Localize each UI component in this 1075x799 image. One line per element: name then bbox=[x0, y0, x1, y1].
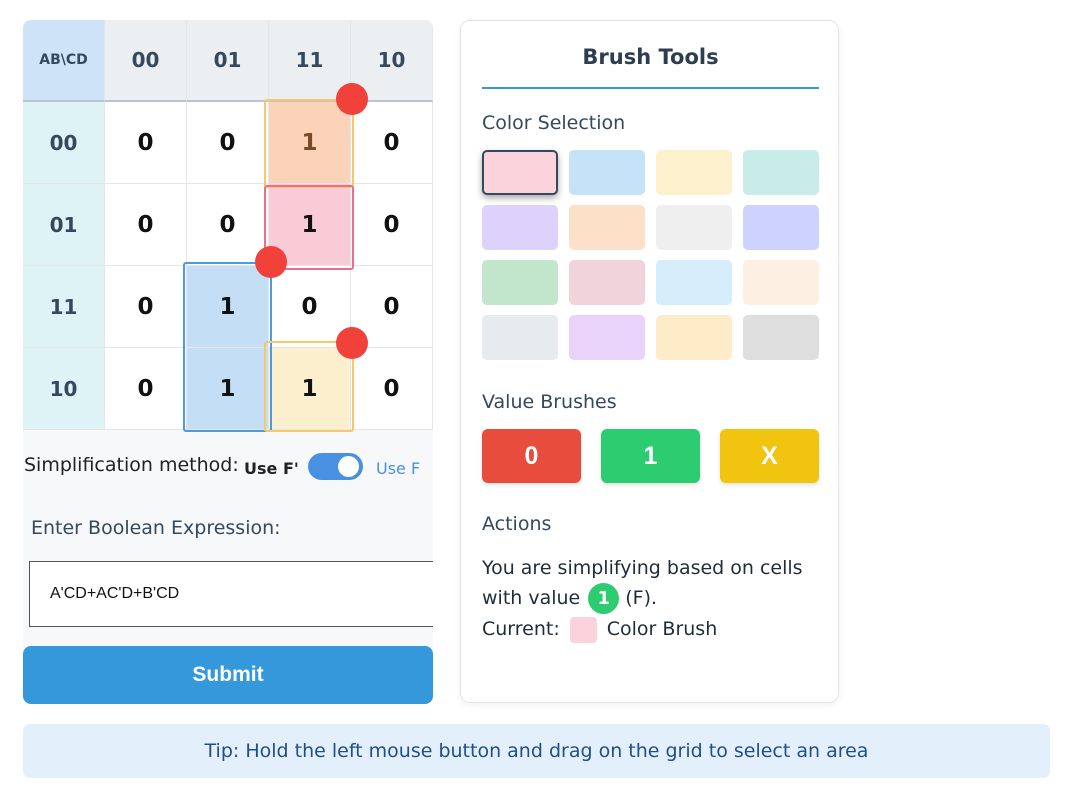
value-brush-1-button[interactable]: 1 bbox=[601, 429, 700, 483]
group-delete-handle[interactable] bbox=[255, 246, 287, 278]
color-swatch[interactable] bbox=[656, 150, 732, 195]
simplify-info-line: You are simplifying based on cells with … bbox=[482, 553, 822, 614]
current-color-swatch bbox=[569, 616, 597, 643]
color-swatch[interactable] bbox=[743, 260, 819, 305]
kmap-cell[interactable]: 0 bbox=[105, 102, 187, 184]
column-header-01: 01 bbox=[187, 20, 269, 102]
kmap-cell[interactable]: 0 bbox=[105, 184, 187, 266]
color-swatch[interactable] bbox=[569, 315, 645, 360]
submit-button[interactable]: Submit bbox=[23, 646, 433, 704]
kmap-cell[interactable]: 0 bbox=[187, 102, 269, 184]
kmap-cell[interactable]: 0 bbox=[351, 102, 433, 184]
value-brushes-label: Value Brushes bbox=[482, 391, 617, 413]
color-swatch[interactable] bbox=[482, 205, 558, 250]
use-f-prime-option[interactable]: Use F' bbox=[244, 459, 299, 478]
color-swatch[interactable] bbox=[482, 315, 558, 360]
kmap-cell[interactable]: 0 bbox=[105, 266, 187, 348]
simplification-method-row: Simplification method: Use F' Use F bbox=[23, 452, 433, 482]
row-header-10: 10 bbox=[23, 348, 105, 430]
row-header-11: 11 bbox=[23, 266, 105, 348]
toggle-knob bbox=[338, 456, 359, 477]
value-brush-group: 01X bbox=[482, 429, 819, 483]
column-header-00: 00 bbox=[105, 20, 187, 102]
current-brush-suffix: Color Brush bbox=[606, 618, 718, 640]
value-brush-0-button[interactable]: 0 bbox=[482, 429, 581, 483]
value-badge: 1 bbox=[588, 583, 620, 614]
color-swatch[interactable] bbox=[482, 260, 558, 305]
simplification-method-label: Simplification method: bbox=[24, 454, 239, 476]
color-selection-label: Color Selection bbox=[482, 112, 626, 134]
simplification-toggle[interactable] bbox=[308, 453, 363, 480]
color-swatch[interactable] bbox=[569, 205, 645, 250]
value-brush-x-button[interactable]: X bbox=[720, 429, 819, 483]
tip-banner: Tip: Hold the left mouse button and drag… bbox=[23, 724, 1050, 778]
simplify-info-suffix: (F). bbox=[625, 587, 658, 609]
color-swatch[interactable] bbox=[656, 315, 732, 360]
color-swatch-grid bbox=[482, 150, 819, 360]
karnaugh-map-grid[interactable]: AB\CD 00 01 11 10 00 0 0 1 0 01 0 0 1 0 11 0 1 0 0 10 0 1 1 0 bbox=[23, 20, 433, 430]
kmap-cell[interactable]: 1 bbox=[187, 348, 269, 430]
kmap-cell[interactable]: 0 bbox=[105, 348, 187, 430]
brush-tools-title: Brush Tools bbox=[582, 45, 719, 69]
boolean-expression-input[interactable] bbox=[29, 561, 433, 627]
kmap-cell[interactable]: 1 bbox=[269, 348, 351, 430]
kmap-cell[interactable]: 1 bbox=[187, 266, 269, 348]
color-swatch[interactable] bbox=[743, 315, 819, 360]
kmap-cell[interactable]: 0 bbox=[351, 184, 433, 266]
kmap-cell[interactable]: 0 bbox=[351, 348, 433, 430]
color-swatch[interactable] bbox=[569, 150, 645, 195]
current-brush-line: Current: Color Brush bbox=[482, 614, 822, 644]
use-f-option[interactable]: Use F bbox=[376, 459, 420, 478]
title-divider bbox=[482, 87, 819, 89]
color-swatch[interactable] bbox=[656, 205, 732, 250]
kmap-cell[interactable]: 1 bbox=[269, 102, 351, 184]
actions-info: You are simplifying based on cells with … bbox=[482, 553, 822, 644]
kmap-panel: AB\CD 00 01 11 10 00 0 0 1 0 01 0 0 1 0 11 0 1 0 0 10 0 1 1 0 Si… bbox=[23, 20, 433, 704]
color-swatch[interactable] bbox=[743, 205, 819, 250]
color-swatch[interactable] bbox=[482, 150, 558, 195]
brush-tools-panel: Brush Tools Color Selection Value Brushe… bbox=[460, 20, 839, 703]
group-delete-handle[interactable] bbox=[336, 327, 368, 359]
actions-label: Actions bbox=[482, 513, 552, 535]
group-delete-handle[interactable] bbox=[336, 83, 368, 115]
expression-label: Enter Boolean Expression: bbox=[31, 517, 281, 539]
current-label: Current: bbox=[482, 618, 560, 640]
color-swatch[interactable] bbox=[656, 260, 732, 305]
kmap-corner-label: AB\CD bbox=[23, 20, 105, 102]
color-swatch[interactable] bbox=[743, 150, 819, 195]
color-swatch[interactable] bbox=[569, 260, 645, 305]
row-header-00: 00 bbox=[23, 102, 105, 184]
row-header-01: 01 bbox=[23, 184, 105, 266]
